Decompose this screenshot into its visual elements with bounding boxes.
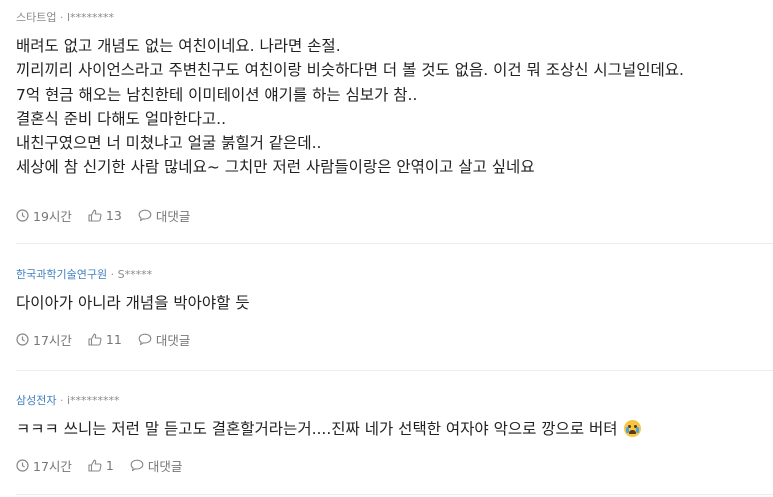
like-count: 13 xyxy=(105,208,122,223)
comment-divider xyxy=(16,370,773,371)
comment-meta: 스타트업 · l******** xyxy=(16,11,773,25)
comment-line: 7억 현금 해오는 남친한테 이미테이션 얘기를 하는 심보가 참.. xyxy=(16,85,418,104)
time-label: 17시간 xyxy=(33,459,72,474)
like-count: 1 xyxy=(105,458,114,473)
time-label: 17시간 xyxy=(33,333,72,348)
time-label: 19시간 xyxy=(33,209,72,224)
like-button[interactable]: 1 xyxy=(88,458,114,473)
reply-label: 대댓글 xyxy=(147,459,183,474)
comment-line: 배려도 없고 개념도 없는 여친이네요. 나라면 손절. xyxy=(16,37,341,55)
comment-body: ㅋㅋㅋ 쓰니는 저런 말 듣고도 결혼할거라는거....진짜 네가 선택한 여자… xyxy=(16,417,773,441)
comment-line: 다이아가 아니라 개념을 박아야할 듯 xyxy=(16,294,250,312)
comment-body: 배려도 없고 개념도 없는 여친이네요. 나라면 손절. 끼리끼리 사이언스라고… xyxy=(16,34,773,180)
reply-button[interactable]: 대댓글 xyxy=(138,206,191,225)
thumbs-up-icon xyxy=(88,333,102,346)
comment-divider xyxy=(16,494,773,495)
reply-label: 대댓글 xyxy=(155,209,191,224)
comment-body: 다이아가 아니라 개념을 박아야할 듯 xyxy=(16,291,773,315)
speech-bubble-icon xyxy=(138,209,152,222)
comment-list: 스타트업 · l******** 배려도 없고 개념도 없는 여친이네요. 나라… xyxy=(0,0,773,497)
comment-line: 내친구였으면 너 미쳤냐고 얼굴 붉힐거 같은데.. xyxy=(16,134,322,153)
comment-meta: 삼성전자 · i********* xyxy=(16,394,773,408)
speech-bubble-icon xyxy=(130,459,144,472)
username: l******** xyxy=(66,11,115,24)
comment-divider xyxy=(16,243,773,244)
like-count: 11 xyxy=(105,332,122,347)
crying-face-emoji xyxy=(623,420,641,437)
comment-time: 17시간 xyxy=(16,456,72,475)
reply-label: 대댓글 xyxy=(155,333,191,348)
comment-line: 세상에 참 신기한 사람 많네요~ 그치만 저런 사람들이랑은 안엮이고 살고 … xyxy=(16,158,535,177)
meta-separator: · xyxy=(59,11,67,24)
comment-actions: 19시간 13 대댓글 xyxy=(16,206,206,225)
comment: 삼성전자 · i********* ㅋㅋㅋ 쓰니는 저런 말 듣고도 결혼할거라… xyxy=(16,394,773,484)
company-name[interactable]: 스타트업 xyxy=(16,11,56,24)
comment-actions: 17시간 1 대댓글 xyxy=(16,456,198,475)
comment-line-text: ㅋㅋㅋ 쓰니는 저런 말 듣고도 결혼할거라는거....진짜 네가 선택한 여자… xyxy=(16,420,618,438)
comment-meta: 한국과학기술연구원 · S***** xyxy=(16,268,773,282)
clock-icon xyxy=(16,333,29,346)
clock-icon xyxy=(16,459,29,472)
meta-separator: · xyxy=(59,394,67,407)
meta-separator: · xyxy=(110,268,118,281)
company-name[interactable]: 한국과학기술연구원 xyxy=(16,268,107,281)
comment: 스타트업 · l******** 배려도 없고 개념도 없는 여친이네요. 나라… xyxy=(16,11,773,231)
like-button[interactable]: 11 xyxy=(88,332,122,347)
comment-time: 17시간 xyxy=(16,330,72,349)
clock-icon xyxy=(16,209,29,222)
comment-time: 19시간 xyxy=(16,206,72,225)
username: S***** xyxy=(117,268,153,281)
comment-line: 끼리끼리 사이언스라고 주변친구도 여친이랑 비슷하다면 더 볼 것도 없음. … xyxy=(16,61,684,80)
comment-line: ㅋㅋㅋ 쓰니는 저런 말 듣고도 결혼할거라는거....진짜 네가 선택한 여자… xyxy=(16,417,773,441)
reply-button[interactable]: 대댓글 xyxy=(138,330,191,349)
reply-button[interactable]: 대댓글 xyxy=(130,456,183,475)
comment-line: 결혼식 준비 다해도 얼마한다고.. xyxy=(16,109,227,128)
like-button[interactable]: 13 xyxy=(88,208,122,223)
username: i********* xyxy=(66,394,120,407)
company-name[interactable]: 삼성전자 xyxy=(16,394,56,407)
thumbs-up-icon xyxy=(88,459,102,472)
comment-actions: 17시간 11 대댓글 xyxy=(16,330,206,349)
thumbs-up-icon xyxy=(88,209,102,222)
comment: 한국과학기술연구원 · S***** 다이아가 아니라 개념을 박아야할 듯 1… xyxy=(16,268,773,358)
speech-bubble-icon xyxy=(138,333,152,346)
